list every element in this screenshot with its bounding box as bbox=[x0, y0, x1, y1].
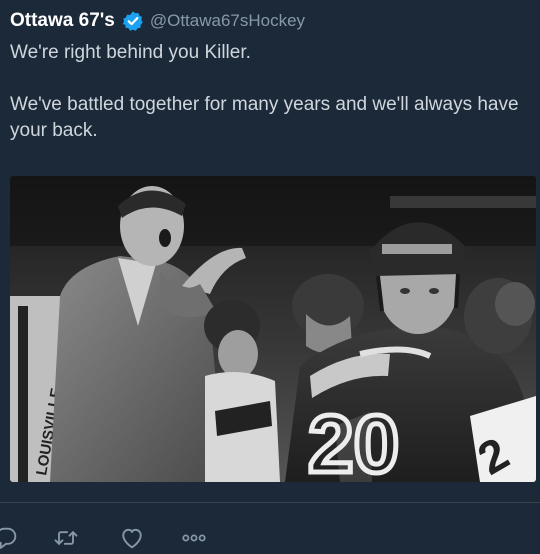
display-name[interactable]: Ottawa 67's bbox=[10, 10, 115, 32]
verified-badge-icon bbox=[122, 10, 144, 32]
tweet-photo[interactable]: LOUISVILLE 20 2 bbox=[10, 176, 536, 482]
user-handle[interactable]: @Ottawa67sHockey bbox=[150, 11, 305, 31]
heart-icon bbox=[122, 528, 142, 549]
speech-bubble-icon bbox=[0, 527, 17, 549]
hockey-photo: LOUISVILLE 20 2 bbox=[10, 176, 536, 482]
like-button[interactable] bbox=[116, 522, 148, 554]
retweet-arrows-icon bbox=[54, 531, 78, 545]
more-options-button[interactable] bbox=[178, 522, 210, 554]
tweet-actions bbox=[0, 522, 540, 554]
tweet-header: Ottawa 67's @Ottawa67sHockey bbox=[10, 8, 305, 34]
tweet-card: Ottawa 67's @Ottawa67sHockey We're right… bbox=[0, 0, 540, 554]
tweet-text: We're right behind you Killer. We've bat… bbox=[10, 40, 520, 144]
tweet-text-line: We've battled together for many years an… bbox=[10, 94, 519, 141]
tweet-text-line: We're right behind you Killer. bbox=[10, 42, 251, 63]
ellipsis-icon bbox=[182, 534, 206, 542]
reply-button[interactable] bbox=[0, 522, 22, 554]
divider bbox=[0, 502, 540, 503]
jersey-number: 20 bbox=[308, 399, 399, 482]
retweet-button[interactable] bbox=[50, 522, 82, 554]
